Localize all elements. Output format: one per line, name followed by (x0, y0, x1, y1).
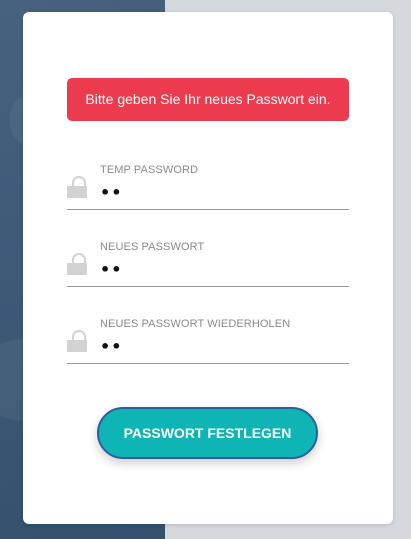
temp-password-label: TEMP PASSWORD (100, 164, 199, 176)
new-password-field[interactable]: NEUES PASSWORT (67, 237, 349, 287)
lock-icon (67, 330, 89, 352)
temp-password-input[interactable] (100, 183, 340, 202)
temp-password-field[interactable]: TEMP PASSWORD (67, 160, 349, 210)
repeat-password-label: NEUES PASSWORT WIEDERHOLEN (100, 318, 291, 330)
new-password-input[interactable] (100, 260, 340, 279)
repeat-password-input[interactable] (100, 337, 340, 356)
set-password-button[interactable]: PASSWORT FESTLEGEN (97, 407, 318, 459)
password-reset-card: Bitte geben Sie Ihr neues Passwort ein. … (23, 12, 393, 524)
new-password-label: NEUES PASSWORT (100, 241, 205, 253)
repeat-password-field[interactable]: NEUES PASSWORT WIEDERHOLEN (67, 314, 349, 364)
lock-icon (67, 253, 89, 275)
lock-icon (67, 176, 89, 198)
error-alert: Bitte geben Sie Ihr neues Passwort ein. (67, 78, 349, 121)
